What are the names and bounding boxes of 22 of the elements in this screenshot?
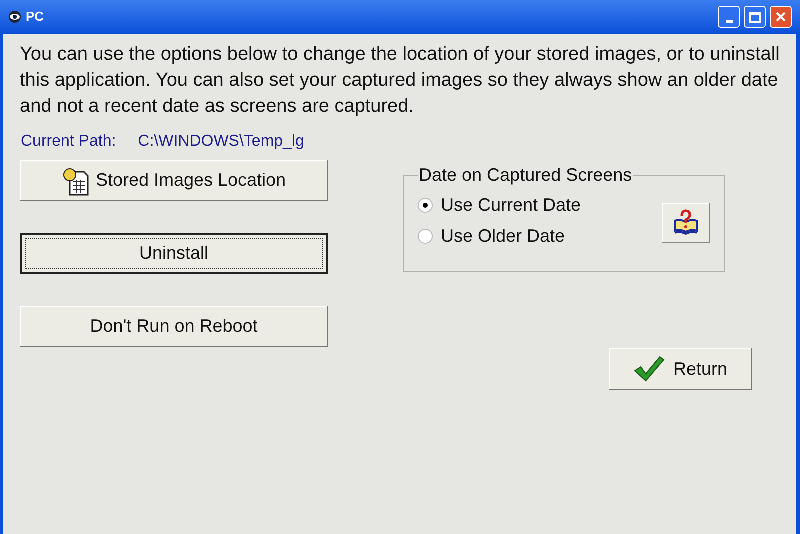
maximize-button[interactable] — [744, 6, 766, 28]
radio-button[interactable] — [418, 229, 433, 244]
close-button[interactable] — [770, 6, 792, 28]
action-button[interactable]: Uninstall — [20, 233, 328, 274]
path-label: Current Path: — [21, 132, 116, 152]
radio-option[interactable]: Use Older Date — [418, 223, 582, 250]
action-button[interactable]: Stored Images Location — [20, 160, 328, 201]
path-value: C:\WINDOWS\Temp_lg — [138, 132, 304, 152]
close-icon — [775, 11, 787, 23]
checkmark-icon — [633, 355, 666, 383]
group-title: Date on Captured Screens — [418, 164, 634, 187]
help-button[interactable] — [662, 203, 710, 243]
intro-text: You can use the options below to change the location of your stored images, or to uninstall this application. You can also set your captured images so they always show an older date and not a recent date as screens are captured. — [20, 43, 780, 119]
window-title: PC — [26, 8, 44, 26]
help-book-icon — [672, 209, 700, 237]
radio-button[interactable] — [418, 198, 433, 213]
action-button[interactable]: Don't Run on Reboot — [20, 306, 328, 347]
document-icon — [62, 166, 90, 196]
radio-option[interactable]: Use Current Date — [418, 192, 582, 219]
return-button[interactable]: Return — [609, 348, 752, 390]
eye-icon — [8, 10, 22, 24]
minimize-button[interactable] — [718, 6, 740, 28]
